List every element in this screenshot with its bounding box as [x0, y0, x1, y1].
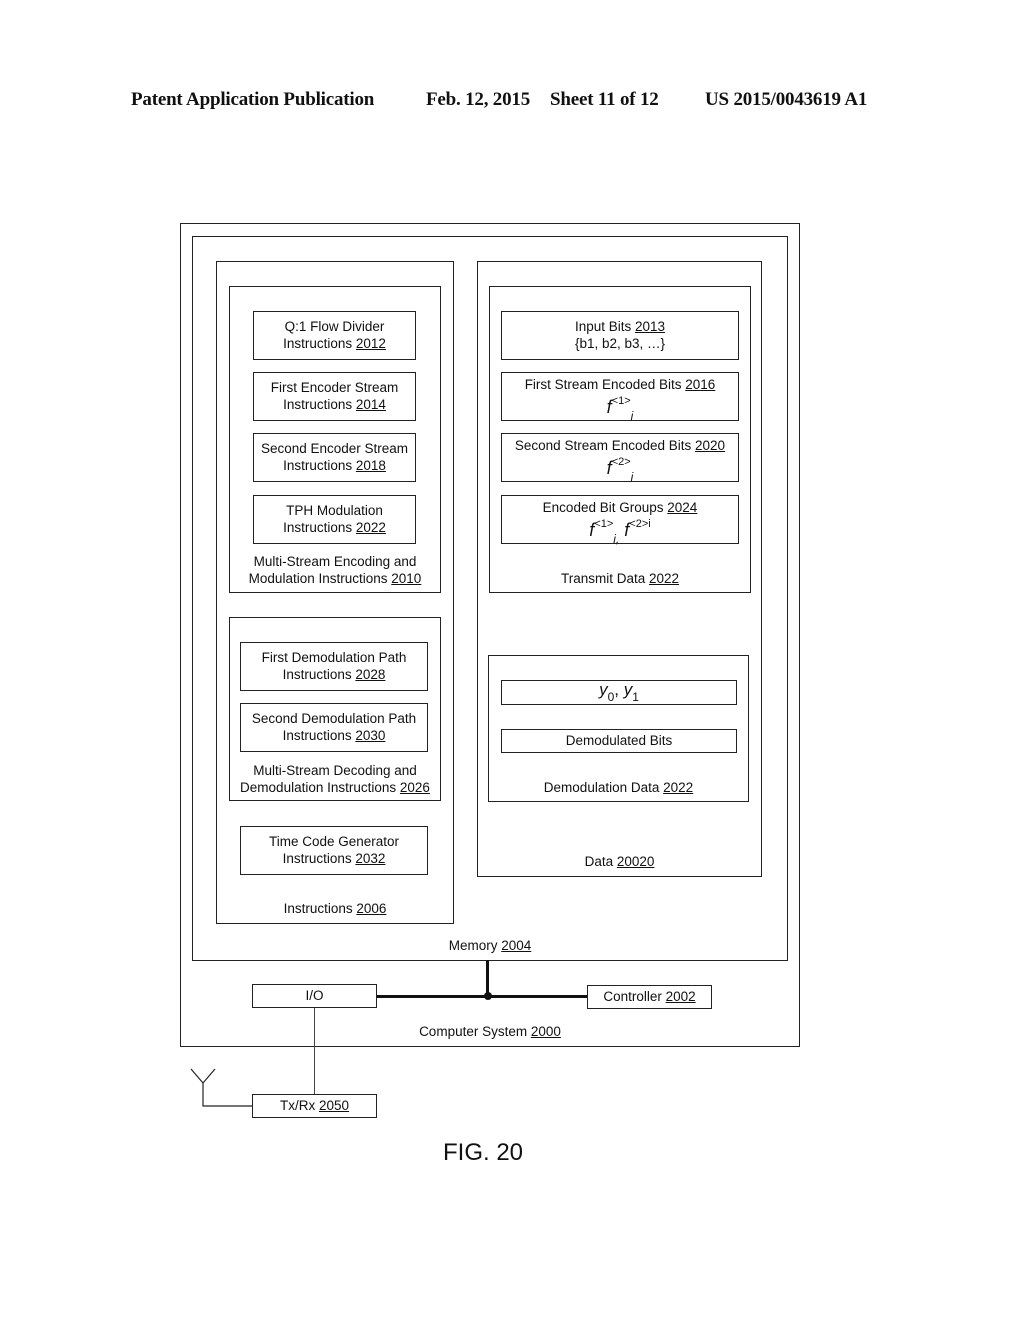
- encoded-bit-groups-formula: f<1>i, f<2>i: [589, 517, 651, 547]
- data-label: Data 20020: [584, 854, 655, 869]
- patent-number: US 2015/0043619 A1: [705, 89, 868, 110]
- item-line2: Instructions: [283, 396, 353, 412]
- publication-date: Feb. 12, 2015: [426, 89, 531, 110]
- ref-number: 2012: [355, 335, 386, 351]
- figure-label: FIG. 20: [443, 1139, 524, 1166]
- item-line2: Instructions: [283, 519, 353, 535]
- ref-number: 2032: [355, 850, 386, 866]
- item-line1: Q:1 Flow Divider: [284, 319, 385, 334]
- first-demodulation-path-instructions: First Demodulation Path Instructions 202…: [240, 642, 428, 691]
- time-code-generator-instructions: Time Code Generator Instructions 2032: [240, 826, 428, 875]
- decoding-group-label: Multi-Stream Decoding and Demodulation I…: [240, 763, 430, 795]
- item-line1: Second Demodulation Path: [251, 711, 417, 726]
- io-txrx-line: [314, 1008, 315, 1094]
- bus-junction-dot: [484, 992, 492, 1000]
- item-line1: First Encoder Stream: [270, 380, 399, 395]
- transmit-data-label: Transmit Data 2022: [560, 571, 680, 586]
- memory-label: Memory 2004: [448, 938, 532, 953]
- demodulated-bits: Demodulated Bits: [501, 729, 737, 753]
- item-line2: Instructions: [283, 335, 353, 351]
- system-bus-line: [376, 995, 588, 998]
- ref-number: 2014: [355, 396, 386, 412]
- ref-number: 2018: [355, 457, 386, 473]
- first-encoder-stream-instructions: First Encoder Stream Instructions 2014: [253, 372, 416, 421]
- instructions-label: Instructions 2006: [283, 901, 387, 916]
- first-stream-formula: f<1>i: [606, 394, 634, 424]
- ref-number: 2028: [355, 666, 386, 682]
- encoding-group-label: Multi-Stream Encoding and Modulation Ins…: [248, 554, 422, 586]
- io-box: I/O: [252, 984, 377, 1008]
- second-demodulation-path-instructions: Second Demodulation Path Instructions 20…: [240, 703, 428, 752]
- ref-number: 2030: [355, 727, 386, 743]
- computer-system-label: Computer System 2000: [419, 1024, 561, 1039]
- y-values: y0, y1: [501, 680, 737, 705]
- item-line2: Instructions: [282, 850, 352, 866]
- flow-divider-instructions: Q:1 Flow Divider Instructions 2012: [253, 311, 416, 360]
- second-stream-formula: f<2>i: [606, 455, 634, 485]
- item-line1: Second Encoder Stream: [260, 441, 409, 456]
- txrx-box: Tx/Rx 2050: [252, 1094, 377, 1118]
- demodulation-data-label: Demodulation Data 2022: [543, 780, 694, 795]
- tph-modulation-instructions: TPH Modulation Instructions 2022: [253, 495, 416, 544]
- controller-box: Controller 2002: [587, 985, 712, 1009]
- ref-number: 2022: [355, 519, 386, 535]
- item-line1: Time Code Generator: [268, 834, 400, 849]
- input-bits-set: {b1, b2, b3, …}: [574, 335, 666, 351]
- encoded-bit-groups: Encoded Bit Groups 2024 f<1>i, f<2>i: [501, 495, 739, 547]
- second-stream-encoded-bits: Second Stream Encoded Bits 2020 f<2>i: [501, 433, 739, 485]
- item-line1: First Demodulation Path: [261, 650, 407, 665]
- antenna-icon: [190, 1068, 252, 1107]
- item-line1: TPH Modulation: [286, 503, 383, 518]
- second-encoder-stream-instructions: Second Encoder Stream Instructions 2018: [253, 433, 416, 482]
- first-stream-encoded-bits: First Stream Encoded Bits 2016 f<1>i: [501, 372, 739, 424]
- item-line2: Instructions: [282, 727, 352, 743]
- input-bits: Input Bits 2013 {b1, b2, b3, …}: [501, 311, 739, 360]
- sheet-number: Sheet 11 of 12: [550, 89, 659, 110]
- publication-type: Patent Application Publication: [131, 89, 375, 110]
- item-line2: Instructions: [283, 457, 353, 473]
- item-line2: Instructions: [282, 666, 352, 682]
